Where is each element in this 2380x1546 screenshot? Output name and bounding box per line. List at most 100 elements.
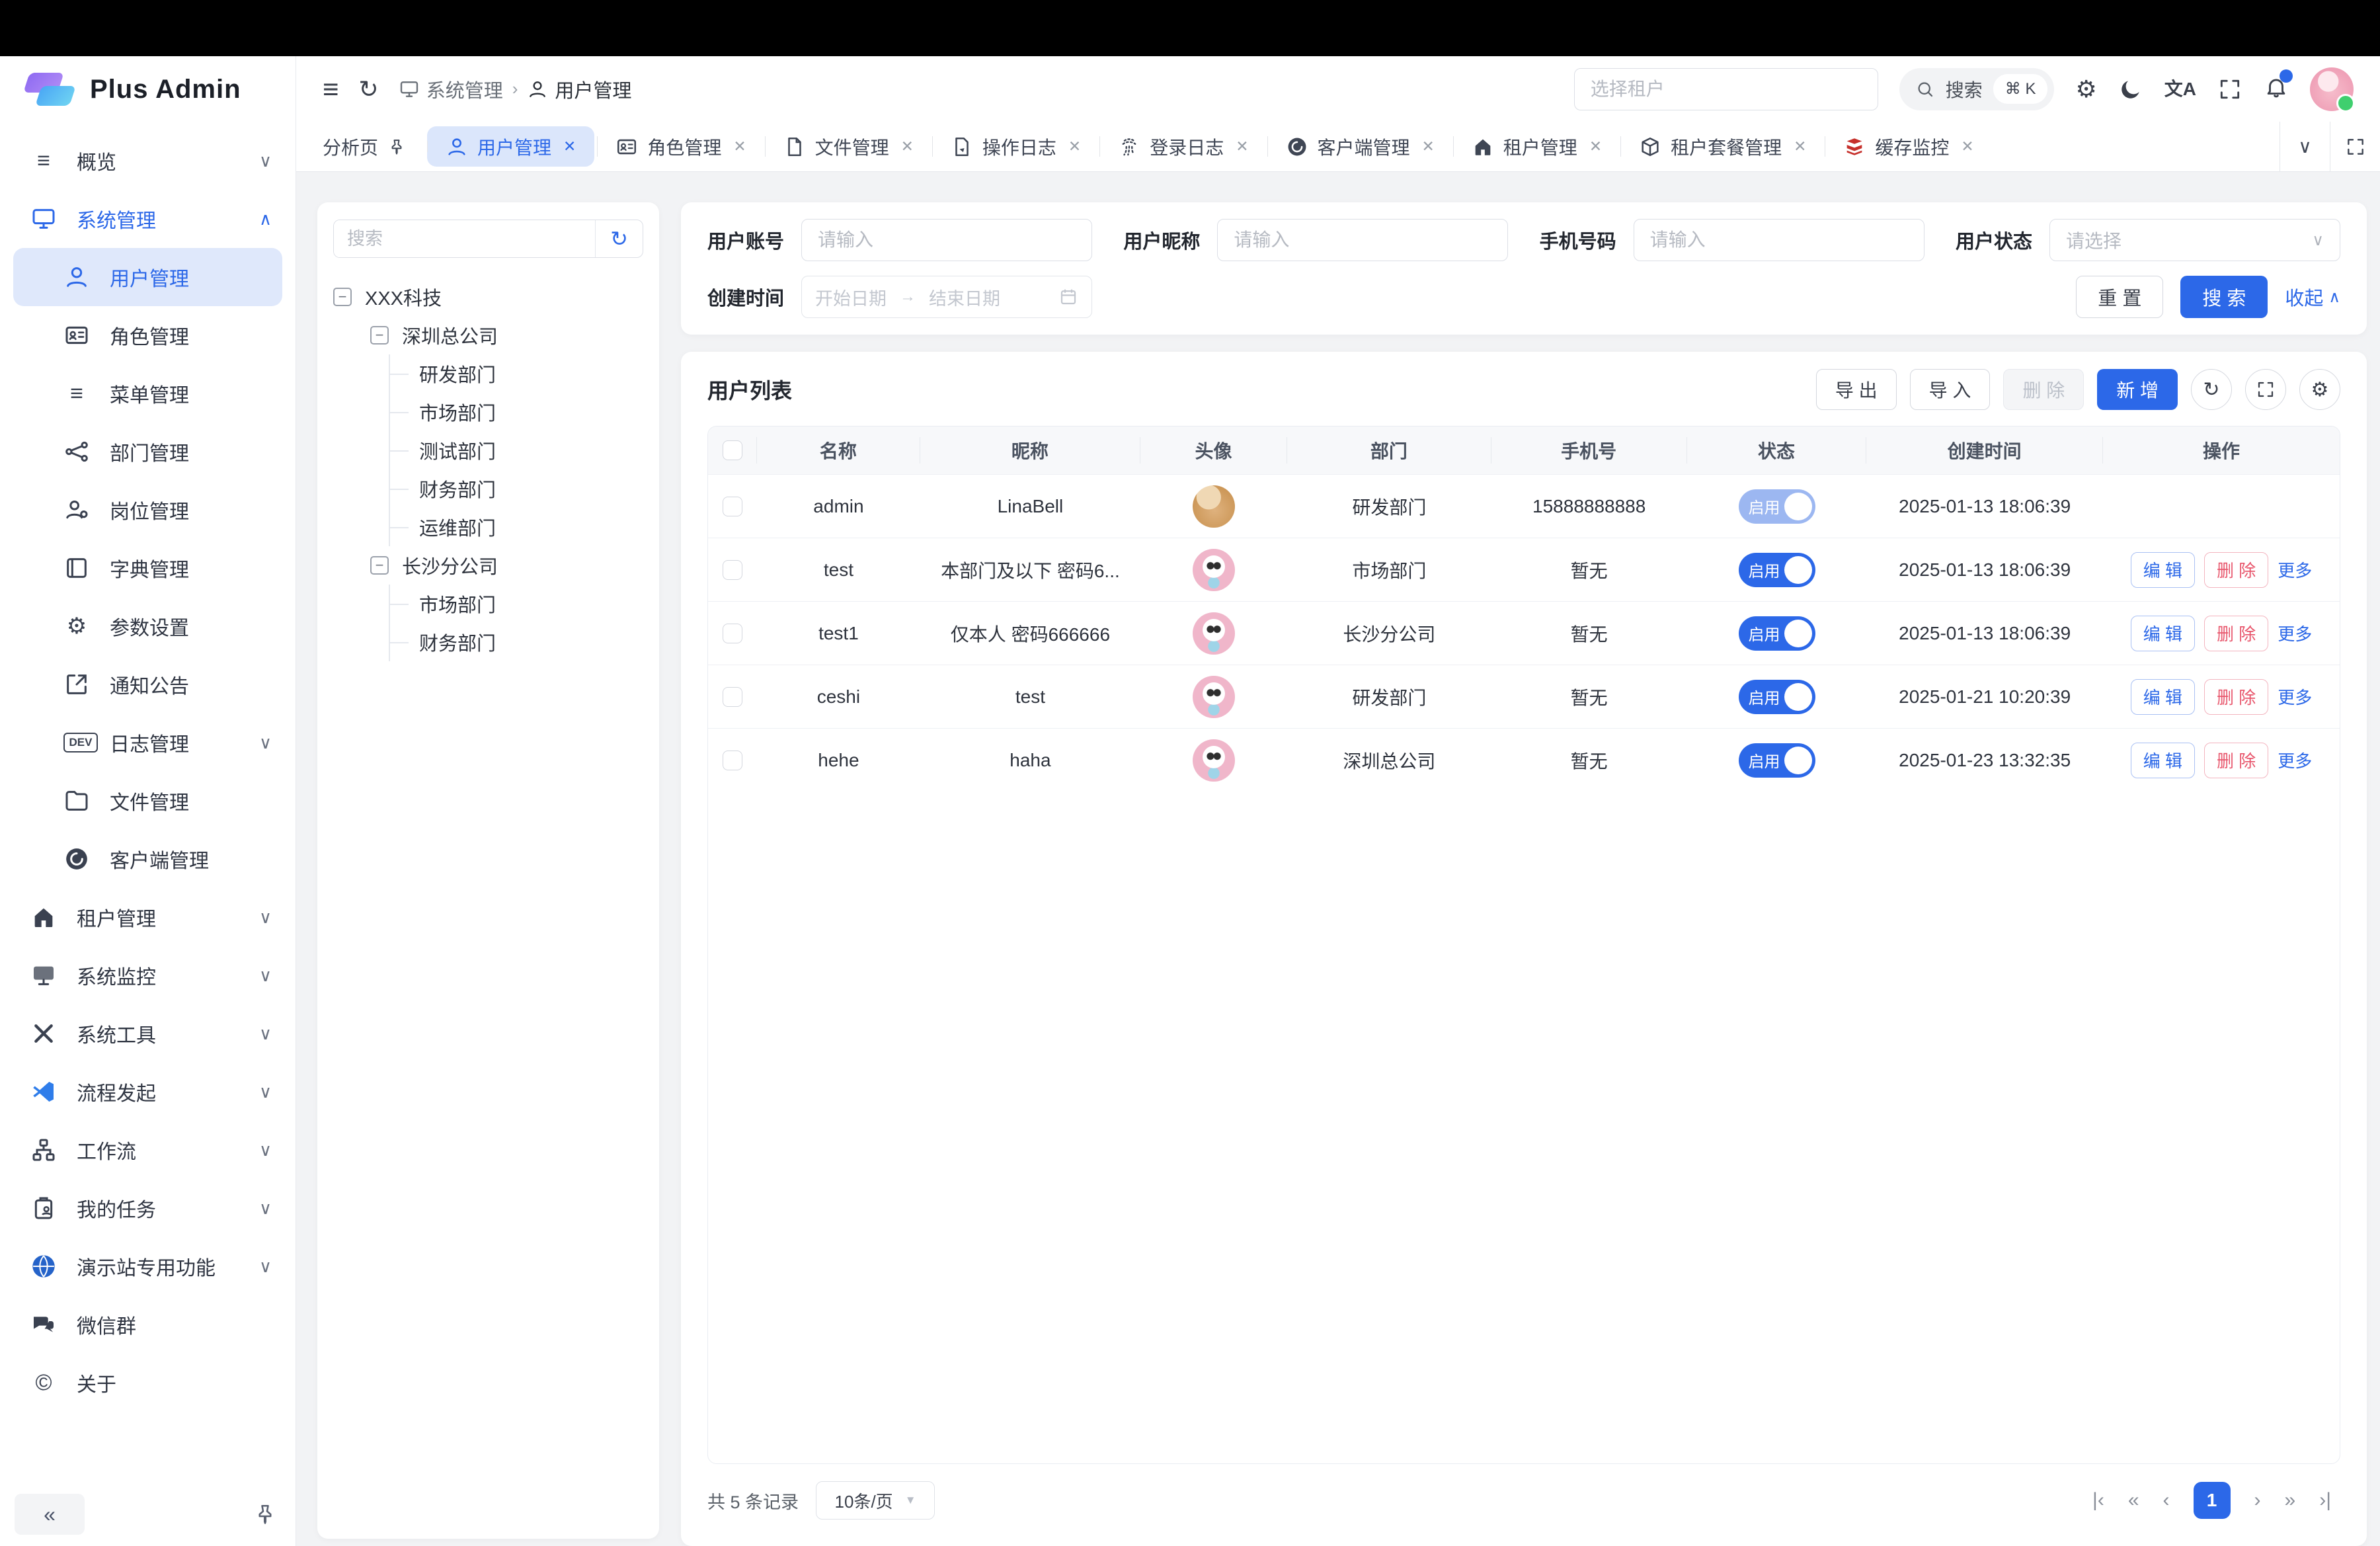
sidebar-item-param-settings[interactable]: ⚙参数设置 — [0, 597, 296, 655]
search-button[interactable]: 搜 索 — [2180, 276, 2268, 318]
status-toggle[interactable]: 启用 — [1739, 489, 1815, 524]
delete-row-button[interactable]: 删 除 — [2204, 743, 2268, 778]
first-page-button[interactable]: |‹ — [2092, 1489, 2104, 1512]
last-page-button[interactable]: ›| — [2319, 1489, 2331, 1512]
hamburger-icon[interactable]: ≡ — [323, 75, 339, 103]
select-all-checkbox[interactable] — [723, 440, 742, 460]
more-button[interactable]: 更多 — [2278, 748, 2312, 772]
collapse-filter-link[interactable]: 收起∧ — [2285, 283, 2340, 311]
tabs-dropdown-button[interactable]: ∨ — [2280, 122, 2330, 171]
date-range-picker[interactable]: 开始日期 → 结束日期 — [801, 276, 1092, 318]
tree-node-dept[interactable]: 财务部门 — [390, 469, 643, 508]
sidebar-item-role-mgmt[interactable]: 角色管理 — [0, 306, 296, 364]
row-checkbox[interactable] — [723, 497, 742, 516]
tree-search-input[interactable] — [334, 220, 595, 257]
sidebar-item-wechat-group[interactable]: 微信群 — [0, 1295, 296, 1354]
refresh-table-button[interactable]: ↻ — [2191, 369, 2232, 410]
tree-node-dept[interactable]: 测试部门 — [390, 431, 643, 469]
sidebar-item-dict-mgmt[interactable]: 字典管理 — [0, 539, 296, 597]
tab-user-mgmt[interactable]: 用户管理✕ — [427, 126, 594, 167]
page-size-select[interactable]: 10条/页▼ — [816, 1481, 935, 1520]
edit-button[interactable]: 编 辑 — [2131, 552, 2195, 588]
tree-node-dept[interactable]: 运维部门 — [390, 508, 643, 546]
expand-table-button[interactable] — [2245, 369, 2286, 410]
phone-input[interactable] — [1634, 219, 1924, 261]
fullscreen-icon[interactable] — [2217, 77, 2242, 102]
export-button[interactable]: 导 出 — [1816, 369, 1897, 410]
tab-cache-monitor[interactable]: 缓存监控✕ — [1825, 122, 1992, 171]
sidebar-item-file-mgmt[interactable]: 文件管理 — [0, 772, 296, 830]
sidebar-item-client-mgmt[interactable]: 客户端管理 — [0, 830, 296, 888]
more-button[interactable]: 更多 — [2278, 684, 2312, 709]
edit-button[interactable]: 编 辑 — [2131, 743, 2195, 778]
tabs-fullscreen-button[interactable] — [2330, 122, 2380, 171]
pin-icon[interactable] — [253, 1502, 277, 1526]
tree-refresh-button[interactable]: ↻ — [595, 220, 643, 257]
status-select[interactable]: 请选择∨ — [2049, 219, 2340, 261]
sidebar-item-post-mgmt[interactable]: 岗位管理 — [0, 481, 296, 539]
reset-button[interactable]: 重 置 — [2076, 276, 2163, 318]
tree-node-dept[interactable]: 财务部门 — [390, 623, 643, 661]
tenant-select-input[interactable] — [1574, 68, 1878, 110]
sidebar-item-workflow[interactable]: 工作流∨ — [0, 1121, 296, 1179]
close-icon[interactable]: ✕ — [1961, 138, 1973, 155]
delete-row-button[interactable]: 删 除 — [2204, 679, 2268, 715]
more-button[interactable]: 更多 — [2278, 557, 2312, 582]
current-page[interactable]: 1 — [2194, 1482, 2231, 1519]
tab-file-mgmt[interactable]: 文件管理✕ — [765, 122, 932, 171]
breadcrumb-system-mgmt[interactable]: 系统管理 — [399, 75, 503, 103]
close-icon[interactable]: ✕ — [733, 138, 746, 155]
close-icon[interactable]: ✕ — [901, 138, 914, 155]
sidebar-item-log-mgmt[interactable]: DEV日志管理∨ — [0, 713, 296, 772]
import-button[interactable]: 导 入 — [1910, 369, 1991, 410]
delete-row-button[interactable]: 删 除 — [2204, 616, 2268, 651]
sidebar-item-overview[interactable]: ≡概览∨ — [0, 132, 296, 190]
sidebar-item-system-monitor[interactable]: 系统监控∨ — [0, 946, 296, 1004]
translate-icon[interactable]: 文A — [2164, 80, 2196, 99]
prev-pages-button[interactable]: « — [2128, 1489, 2139, 1512]
dark-mode-moon-icon[interactable] — [2118, 77, 2143, 102]
tree-node-dept[interactable]: 研发部门 — [390, 354, 643, 393]
refresh-icon[interactable]: ↻ — [359, 77, 379, 101]
sidebar-item-system-mgmt[interactable]: 系统管理∧ — [0, 190, 296, 248]
global-search-button[interactable]: 搜索 ⌘ K — [1899, 68, 2055, 110]
sidebar-item-my-tasks[interactable]: 我的任务∨ — [0, 1179, 296, 1237]
collapse-box-icon[interactable]: − — [333, 288, 352, 306]
tab-login-log[interactable]: 登录日志✕ — [1099, 122, 1267, 171]
user-avatar[interactable] — [2310, 67, 2354, 111]
status-toggle[interactable]: 启用 — [1739, 743, 1815, 778]
edit-button[interactable]: 编 辑 — [2131, 679, 2195, 715]
tab-tenant-package-mgmt[interactable]: 租户套餐管理✕ — [1620, 122, 1825, 171]
tree-node-company[interactable]: −长沙分公司 — [370, 546, 643, 585]
sidebar-item-user-mgmt[interactable]: 用户管理 — [13, 248, 282, 306]
collapse-box-icon[interactable]: − — [370, 326, 389, 345]
column-settings-button[interactable]: ⚙ — [2299, 369, 2340, 410]
pin-icon[interactable] — [387, 138, 406, 156]
row-checkbox[interactable] — [723, 624, 742, 643]
close-icon[interactable]: ✕ — [1589, 138, 1602, 155]
delete-button[interactable]: 删 除 — [2003, 369, 2084, 410]
status-toggle[interactable]: 启用 — [1739, 553, 1815, 587]
row-checkbox[interactable] — [723, 687, 742, 707]
tab-client-mgmt[interactable]: 客户端管理✕ — [1267, 122, 1453, 171]
delete-row-button[interactable]: 删 除 — [2204, 552, 2268, 588]
breadcrumb-user-mgmt[interactable]: 用户管理 — [527, 75, 631, 103]
sidebar-item-flow-start[interactable]: 流程发起∨ — [0, 1063, 296, 1121]
sidebar-item-notice[interactable]: 通知公告 — [0, 655, 296, 713]
tab-tenant-mgmt[interactable]: 租户管理✕ — [1453, 122, 1620, 171]
status-toggle[interactable]: 启用 — [1739, 616, 1815, 651]
tab-operation-log[interactable]: 操作日志✕ — [932, 122, 1099, 171]
sidebar-item-system-tools[interactable]: 系统工具∨ — [0, 1004, 296, 1063]
close-icon[interactable]: ✕ — [1794, 138, 1806, 155]
next-pages-button[interactable]: » — [2285, 1489, 2296, 1512]
account-input[interactable] — [801, 219, 1092, 261]
tree-node-dept[interactable]: 市场部门 — [390, 393, 643, 431]
tree-node-root[interactable]: −XXX科技 — [333, 278, 643, 316]
next-page-button[interactable]: › — [2254, 1489, 2261, 1512]
sidebar-collapse-button[interactable]: « — [15, 1494, 85, 1535]
edit-button[interactable]: 编 辑 — [2131, 616, 2195, 651]
sidebar-item-demo-features[interactable]: 演示站专用功能∨ — [0, 1237, 296, 1295]
tab-role-mgmt[interactable]: 角色管理✕ — [597, 122, 764, 171]
sidebar-item-about[interactable]: ©关于 — [0, 1354, 296, 1412]
close-icon[interactable]: ✕ — [1422, 138, 1435, 155]
